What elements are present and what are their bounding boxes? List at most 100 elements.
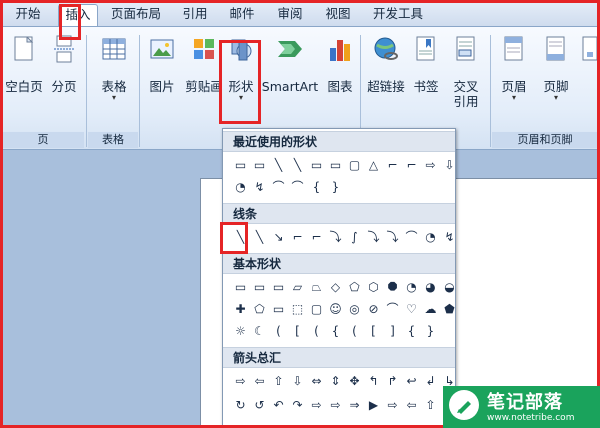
shape-item[interactable]: ↯ bbox=[250, 177, 269, 196]
shape-item[interactable]: ⇒ bbox=[345, 395, 364, 414]
shape-item[interactable]: ⌒ bbox=[402, 227, 421, 246]
shape-item[interactable]: ( bbox=[345, 321, 364, 340]
shape-item[interactable]: ⇨ bbox=[231, 371, 250, 390]
shape-item[interactable]: ▶ bbox=[364, 395, 383, 414]
tab-mailings[interactable]: 邮件 bbox=[222, 4, 262, 26]
shape-item[interactable]: ⌒ bbox=[269, 177, 288, 196]
shape-item[interactable]: ⬡ bbox=[364, 277, 383, 296]
shape-item[interactable]: ⇩ bbox=[288, 371, 307, 390]
shape-item[interactable]: ⌒ bbox=[383, 299, 402, 318]
shape-item[interactable]: ] bbox=[383, 321, 402, 340]
shape-item[interactable]: { bbox=[326, 321, 345, 340]
shape-item[interactable]: ☾ bbox=[250, 321, 269, 340]
shape-item[interactable]: ▱ bbox=[288, 277, 307, 296]
shape-item[interactable]: [ bbox=[288, 321, 307, 340]
shape-item[interactable]: ╲ bbox=[269, 155, 288, 174]
shape-item[interactable]: ⬟ bbox=[440, 299, 455, 318]
shape-item[interactable]: ( bbox=[307, 321, 326, 340]
shape-item[interactable]: ◔ bbox=[402, 277, 421, 296]
shape-item[interactable]: △ bbox=[364, 155, 383, 174]
shape-item[interactable]: ⌐ bbox=[307, 227, 326, 246]
shape-item[interactable]: [ bbox=[364, 321, 383, 340]
shape-item[interactable]: ⇨ bbox=[307, 395, 326, 414]
shape-item[interactable]: ╲ bbox=[231, 227, 250, 246]
hyperlink-button[interactable]: 超链接 bbox=[364, 33, 408, 94]
shape-item[interactable]: ⌐ bbox=[383, 155, 402, 174]
shape-item[interactable]: ↶ bbox=[269, 395, 288, 414]
shape-item[interactable]: ⌒ bbox=[288, 177, 307, 196]
shape-item[interactable]: ↷ bbox=[288, 395, 307, 414]
shape-item[interactable]: { bbox=[402, 321, 421, 340]
smartart-button[interactable]: SmartArt bbox=[260, 33, 320, 94]
shape-item[interactable]: ▭ bbox=[269, 299, 288, 318]
shape-item[interactable]: ↲ bbox=[421, 371, 440, 390]
shape-item[interactable]: ◔ bbox=[421, 227, 440, 246]
shape-item[interactable]: ↘ bbox=[269, 227, 288, 246]
shape-item[interactable]: ☁ bbox=[421, 299, 440, 318]
shape-item[interactable]: ⤵ bbox=[383, 227, 402, 246]
picture-button[interactable]: 图片 bbox=[142, 33, 182, 94]
shape-item[interactable]: ◒ bbox=[440, 277, 455, 296]
shape-item[interactable]: ⊘ bbox=[364, 299, 383, 318]
shape-item[interactable]: ⌐ bbox=[402, 155, 421, 174]
tab-review[interactable]: 审阅 bbox=[270, 4, 310, 26]
shape-item[interactable]: ◎ bbox=[345, 299, 364, 318]
shape-item[interactable]: ⇨ bbox=[383, 395, 402, 414]
tab-home[interactable]: 开始 bbox=[6, 4, 50, 26]
shape-item[interactable]: ◇ bbox=[326, 277, 345, 296]
tab-page-layout[interactable]: 页面布局 bbox=[104, 4, 168, 26]
shape-item[interactable]: } bbox=[326, 177, 345, 196]
chart-button[interactable]: 图表 bbox=[322, 33, 358, 94]
shape-item[interactable]: ⬚ bbox=[288, 299, 307, 318]
shape-item[interactable]: ↱ bbox=[383, 371, 402, 390]
shape-item[interactable]: ⯃ bbox=[383, 277, 402, 296]
shape-item[interactable]: ✚ bbox=[231, 299, 250, 318]
shape-item[interactable]: ▢ bbox=[345, 155, 364, 174]
shape-item[interactable]: ▭ bbox=[250, 155, 269, 174]
shape-item[interactable]: ⇦ bbox=[402, 395, 421, 414]
shape-item[interactable]: ♡ bbox=[402, 299, 421, 318]
shape-item[interactable]: ⤵ bbox=[326, 227, 345, 246]
shape-item[interactable]: ∫ bbox=[345, 227, 364, 246]
tab-insert[interactable]: 插入 bbox=[58, 4, 98, 26]
shape-item[interactable]: ▢ bbox=[307, 299, 326, 318]
shape-item[interactable]: ⏢ bbox=[307, 277, 326, 296]
shape-item[interactable]: ⬠ bbox=[345, 277, 364, 296]
shape-item[interactable]: ⇧ bbox=[269, 371, 288, 390]
shape-item[interactable]: ╲ bbox=[250, 227, 269, 246]
shape-item[interactable]: ↺ bbox=[250, 395, 269, 414]
shape-item[interactable]: ↯ bbox=[440, 227, 455, 246]
clip-art-button[interactable]: 剪贴画 bbox=[182, 33, 226, 94]
shape-item[interactable]: ⇩ bbox=[440, 155, 455, 174]
shape-item[interactable]: ◕ bbox=[421, 277, 440, 296]
shape-item[interactable]: ☼ bbox=[231, 321, 250, 340]
page-number-button[interactable] bbox=[580, 33, 598, 65]
page-break-button[interactable]: 分页 bbox=[46, 33, 82, 94]
shape-item[interactable]: ⇕ bbox=[326, 371, 345, 390]
shape-item[interactable]: ☺ bbox=[326, 299, 345, 318]
header-button[interactable]: 页眉 ▾ bbox=[494, 33, 534, 102]
table-button[interactable]: 表格 ▾ bbox=[92, 33, 136, 102]
shape-item[interactable]: ↰ bbox=[364, 371, 383, 390]
tab-view[interactable]: 视图 bbox=[318, 4, 358, 26]
shape-item[interactable]: ▭ bbox=[231, 277, 250, 296]
tab-developer[interactable]: 开发工具 bbox=[366, 4, 430, 26]
shape-item[interactable]: ▭ bbox=[307, 155, 326, 174]
blank-page-button[interactable]: 空白页 bbox=[4, 33, 44, 94]
shape-item[interactable]: ⇦ bbox=[250, 371, 269, 390]
shape-item[interactable]: ↻ bbox=[231, 395, 250, 414]
shape-item[interactable]: ⇨ bbox=[421, 155, 440, 174]
shape-item[interactable]: ⤵ bbox=[364, 227, 383, 246]
shape-item[interactable]: ▭ bbox=[269, 277, 288, 296]
shape-item[interactable]: ▭ bbox=[250, 277, 269, 296]
shape-item[interactable]: ▭ bbox=[231, 155, 250, 174]
shape-item[interactable]: ▭ bbox=[326, 155, 345, 174]
shape-item[interactable]: ⌐ bbox=[288, 227, 307, 246]
shape-item[interactable]: ⇧ bbox=[421, 395, 440, 414]
cross-reference-button[interactable]: 交叉引用 bbox=[446, 33, 486, 109]
shapes-button[interactable]: 形状 ▾ bbox=[224, 33, 258, 102]
shape-item[interactable]: ⇔ bbox=[307, 371, 326, 390]
tab-references[interactable]: 引用 bbox=[176, 4, 214, 26]
shape-item[interactable]: ⇨ bbox=[326, 395, 345, 414]
shape-item[interactable]: { bbox=[307, 177, 326, 196]
